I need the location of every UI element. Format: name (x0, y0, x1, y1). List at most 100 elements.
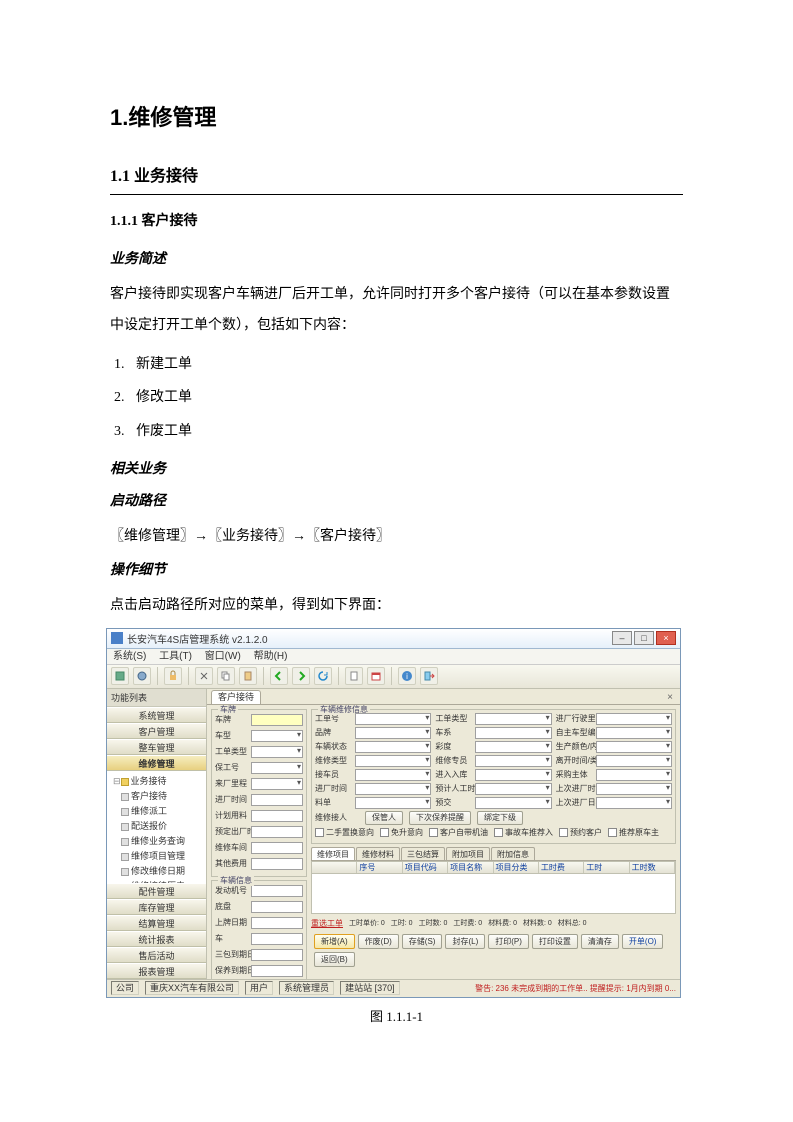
tree-item[interactable]: 维修项目管理 (109, 848, 204, 863)
select-input[interactable] (355, 741, 431, 753)
checkbox[interactable] (380, 828, 389, 837)
sidebar-section[interactable]: 报表管理 (107, 963, 206, 979)
select-input[interactable] (355, 755, 431, 767)
exit-icon[interactable] (420, 667, 438, 685)
select-input[interactable] (475, 713, 551, 725)
grid-col-header[interactable]: 项目名称 (448, 862, 493, 873)
select-input[interactable] (475, 727, 551, 739)
select-input[interactable] (355, 713, 431, 725)
select-input[interactable] (475, 755, 551, 767)
select-input[interactable] (596, 783, 672, 795)
select-input[interactable] (251, 762, 303, 774)
text-input[interactable] (251, 826, 303, 838)
grid-col-header[interactable]: 序号 (357, 862, 402, 873)
select-input[interactable] (596, 713, 672, 725)
select-input[interactable] (251, 730, 303, 742)
small-button[interactable]: 绑定下级 (477, 811, 523, 825)
sidebar-section[interactable]: 整车管理 (107, 739, 206, 755)
doc-icon[interactable] (345, 667, 363, 685)
minimize-button[interactable]: – (612, 631, 632, 645)
paste-icon[interactable] (239, 667, 257, 685)
text-input[interactable] (251, 714, 303, 726)
text-input[interactable] (251, 949, 303, 961)
select-input[interactable] (596, 769, 672, 781)
close-button[interactable]: × (656, 631, 676, 645)
select-input[interactable] (475, 741, 551, 753)
menu-item[interactable]: 系统(S) (113, 651, 146, 662)
sub-tab[interactable]: 维修材料 (356, 847, 400, 860)
select-input[interactable] (251, 778, 303, 790)
text-input[interactable] (251, 933, 303, 945)
action-button[interactable]: 开单(O) (622, 934, 664, 949)
cut-icon[interactable] (195, 667, 213, 685)
text-input[interactable] (251, 917, 303, 929)
info-icon[interactable]: i (398, 667, 416, 685)
action-button[interactable]: 清清存 (581, 934, 619, 949)
grid-col-header[interactable] (312, 862, 357, 873)
checkbox[interactable] (559, 828, 568, 837)
tree-node[interactable]: ⊟业务接待 (109, 773, 204, 788)
tab-close-icon[interactable]: × (664, 692, 676, 704)
maximize-button[interactable]: □ (634, 631, 654, 645)
menu-item[interactable]: 工具(T) (159, 651, 192, 662)
action-button[interactable]: 封存(L) (445, 934, 485, 949)
action-button[interactable]: 新增(A) (314, 934, 355, 949)
tab-active[interactable]: 客户接待 (211, 690, 261, 704)
grid-col-header[interactable]: 工时费 (539, 862, 584, 873)
sidebar-section[interactable]: 统计报表 (107, 931, 206, 947)
select-input[interactable] (596, 755, 672, 767)
select-input[interactable] (355, 769, 431, 781)
select-input[interactable] (596, 727, 672, 739)
checkbox[interactable] (315, 828, 324, 837)
tree-item[interactable]: 维修派工 (109, 803, 204, 818)
checkbox[interactable] (429, 828, 438, 837)
sidebar-section[interactable]: 售后活动 (107, 947, 206, 963)
text-input[interactable] (251, 842, 303, 854)
text-input[interactable] (251, 810, 303, 822)
grid-col-header[interactable]: 工时 (584, 862, 629, 873)
checkbox[interactable] (494, 828, 503, 837)
select-input[interactable] (475, 769, 551, 781)
copy-icon[interactable] (217, 667, 235, 685)
action-button[interactable]: 存储(S) (402, 934, 443, 949)
small-button[interactable]: 保管人 (365, 811, 403, 825)
menu-item[interactable]: 帮助(H) (254, 651, 288, 662)
sub-tab[interactable]: 附加项目 (446, 847, 490, 860)
action-button[interactable]: 返回(B) (314, 952, 355, 967)
sidebar-section[interactable]: 库存管理 (107, 899, 206, 915)
select-input[interactable] (596, 797, 672, 809)
select-input[interactable] (251, 746, 303, 758)
menu-item[interactable]: 窗口(W) (205, 651, 241, 662)
sidebar-section[interactable]: 结算管理 (107, 915, 206, 931)
action-button[interactable]: 打印(P) (488, 934, 529, 949)
tree-item[interactable]: 维修业务查询 (109, 833, 204, 848)
nav-fwd-icon[interactable] (292, 667, 310, 685)
lock-icon[interactable] (164, 667, 182, 685)
refresh-icon[interactable] (314, 667, 332, 685)
select-input[interactable] (475, 797, 551, 809)
checkbox[interactable] (608, 828, 617, 837)
tree-item[interactable]: 配送报价 (109, 818, 204, 833)
text-input[interactable] (251, 885, 303, 897)
select-input[interactable] (355, 797, 431, 809)
sidebar-section[interactable]: 系统管理 (107, 707, 206, 723)
action-button[interactable]: 打印设置 (532, 934, 578, 949)
small-button[interactable]: 下次保养提醒 (409, 811, 471, 825)
sidebar-section[interactable]: 客户管理 (107, 723, 206, 739)
tree-item[interactable]: 客户接待 (109, 788, 204, 803)
grid-body[interactable] (311, 874, 676, 914)
grid-col-header[interactable]: 工时数 (630, 862, 675, 873)
action-button[interactable]: 作废(D) (358, 934, 399, 949)
select-input[interactable] (475, 783, 551, 795)
toolbar-btn-1[interactable] (111, 667, 129, 685)
sidebar-section-active[interactable]: 维修管理 (107, 755, 206, 771)
text-input[interactable] (251, 794, 303, 806)
select-input[interactable] (596, 741, 672, 753)
text-input[interactable] (251, 965, 303, 977)
sub-tab[interactable]: 附加信息 (491, 847, 535, 860)
grid-col-header[interactable]: 项目代码 (403, 862, 448, 873)
text-input[interactable] (251, 858, 303, 870)
calendar-icon[interactable] (367, 667, 385, 685)
sub-tab[interactable]: 维修项目 (311, 847, 355, 860)
text-input[interactable] (251, 901, 303, 913)
